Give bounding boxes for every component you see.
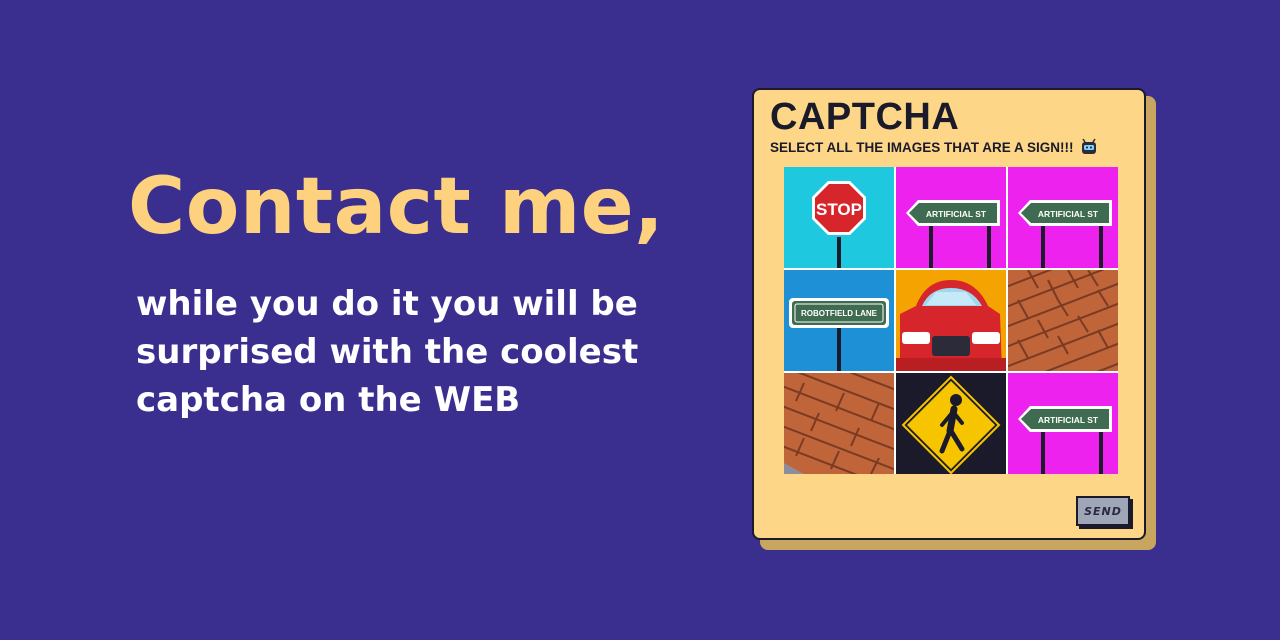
street-sign-image: ROBOTFIELD LANE — [784, 270, 894, 371]
captcha-instruction: SELECT ALL THE IMAGES THAT ARE A SIGN!!! — [770, 139, 1074, 155]
street-sign-image: ARTIFICIAL ST — [896, 167, 1006, 268]
headline: Contact me, — [128, 162, 665, 252]
street-sign-label: ARTIFICIAL ST — [926, 209, 987, 219]
stop-sign-image: STOP — [784, 167, 894, 268]
captcha-tile-brick-wall[interactable] — [784, 373, 894, 474]
captcha-tile-pedestrian-sign[interactable] — [896, 373, 1006, 474]
robot-icon — [1081, 138, 1096, 154]
brick-wall-image — [1008, 270, 1118, 371]
send-button[interactable]: SEND — [1076, 496, 1130, 526]
captcha-tile-street-sign[interactable]: ROBOTFIELD LANE — [784, 270, 894, 371]
captcha-title: CAPTCHA — [770, 96, 960, 138]
pedestrian-sign-image — [896, 373, 1006, 474]
captcha-tile-street-sign[interactable]: ARTIFICIAL ST — [1008, 167, 1118, 268]
captcha-tile-stop-sign[interactable]: STOP — [784, 167, 894, 268]
brick-wall-image — [784, 373, 894, 474]
street-sign-image: ARTIFICIAL ST — [1008, 167, 1118, 268]
captcha-tile-car[interactable] — [896, 270, 1006, 371]
captcha-grid: STOP ARTIFICIAL ST ARTIFICIAL ST ROBOTFI… — [784, 167, 1118, 474]
street-sign-label: ARTIFICIAL ST — [1038, 415, 1099, 425]
street-sign-label: ROBOTFIELD LANE — [801, 309, 878, 318]
stop-sign-label: STOP — [816, 200, 862, 219]
captcha-tile-street-sign[interactable]: ARTIFICIAL ST — [1008, 373, 1118, 474]
captcha-tile-brick-wall[interactable] — [1008, 270, 1118, 371]
street-sign-image: ARTIFICIAL ST — [1008, 373, 1118, 474]
street-sign-label: ARTIFICIAL ST — [1038, 209, 1099, 219]
captcha-tile-street-sign[interactable]: ARTIFICIAL ST — [896, 167, 1006, 268]
subtext: while you do it you will be surprised wi… — [136, 284, 639, 420]
captcha-instruction-row: SELECT ALL THE IMAGES THAT ARE A SIGN!!! — [770, 138, 1098, 156]
captcha-card: CAPTCHA SELECT ALL THE IMAGES THAT ARE A… — [752, 88, 1146, 540]
car-image — [896, 270, 1006, 371]
